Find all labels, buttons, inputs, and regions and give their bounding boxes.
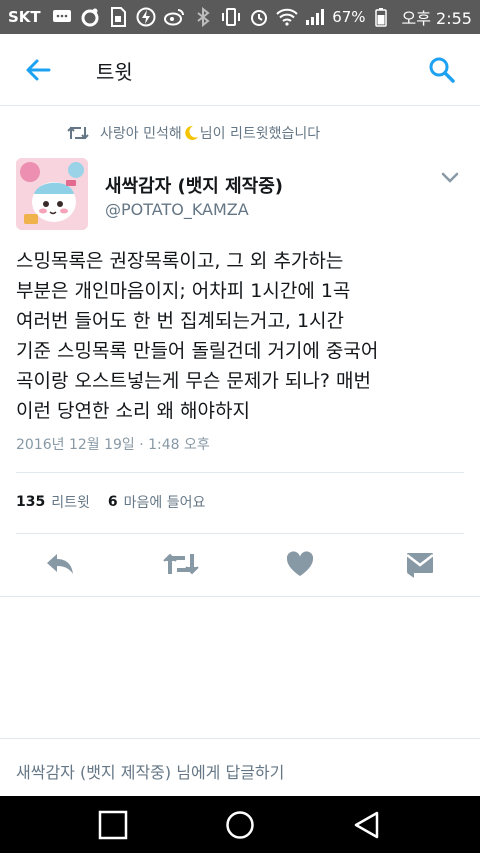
sim-icon xyxy=(107,7,129,27)
retweets-label[interactable]: 리트윗 xyxy=(51,492,90,512)
message-icon xyxy=(51,7,73,27)
author-name[interactable]: 새싹감자 (뱃지 제작중) xyxy=(105,172,283,198)
wifi-icon xyxy=(276,7,298,27)
tweet-author: 새싹감자 (뱃지 제작중) @POTATO_KAMZA xyxy=(16,158,466,234)
home-circle-icon[interactable] xyxy=(225,810,255,840)
carrier-label: SKT xyxy=(8,8,41,26)
divider xyxy=(16,472,464,473)
chevron-down-icon[interactable] xyxy=(440,170,460,184)
retweets-count[interactable]: 135 xyxy=(16,494,45,510)
divider xyxy=(16,533,464,534)
tweet-stats: 135 리트윗 6 마음에 들어요 xyxy=(16,492,205,512)
bluetooth-icon xyxy=(192,7,214,27)
message-envelope-icon[interactable] xyxy=(404,548,436,580)
recent-apps-square-icon[interactable] xyxy=(98,810,128,840)
retweeter-name: 사랑아 민석해 xyxy=(100,126,182,142)
app-bar: 트윗 xyxy=(0,34,480,106)
search-icon[interactable] xyxy=(426,54,458,86)
lightning-icon xyxy=(135,7,157,27)
reply-icon[interactable] xyxy=(44,548,76,580)
retweeted-by-note[interactable]: 사랑아 민석해 님이 리트윗했습니다 xyxy=(66,121,320,145)
avatar[interactable] xyxy=(16,158,88,230)
reply-input[interactable]: 새싹감자 (뱃지 제작중) 님에게 답글하기 xyxy=(0,738,480,796)
back-triangle-icon[interactable] xyxy=(352,810,382,840)
likes-count[interactable]: 6 xyxy=(108,494,118,510)
divider xyxy=(0,596,480,597)
weibo-icon xyxy=(163,7,185,27)
retweet-icon xyxy=(66,124,90,142)
signal-icon xyxy=(304,7,326,27)
battery-percent: 67% xyxy=(332,8,366,26)
tweet-text: 스밍목록은 권장목록이고, 그 외 추가하는 부분은 개인마음이지; 어차피 1… xyxy=(16,250,379,422)
arrow-left-icon[interactable] xyxy=(22,54,54,86)
clock: 오후 2:55 xyxy=(401,9,472,28)
author-handle[interactable]: @POTATO_KAMZA xyxy=(105,200,249,219)
vibrate-icon xyxy=(220,7,242,27)
crescent-moon-icon xyxy=(183,125,199,141)
tweet-actions xyxy=(0,540,480,590)
system-nav-bar xyxy=(0,796,480,853)
tweet-timestamp: 2016년 12월 19일 · 1:48 오후 xyxy=(16,437,210,453)
page-title: 트윗 xyxy=(96,60,133,84)
alarm-icon xyxy=(248,7,270,27)
status-bar: SKT 67% 오후 2:55 xyxy=(0,0,480,34)
likes-label[interactable]: 마음에 들어요 xyxy=(124,492,206,512)
retweet-icon[interactable] xyxy=(162,548,200,580)
circle-app-icon xyxy=(79,7,101,27)
heart-icon[interactable] xyxy=(284,548,316,580)
retweeted-label: 님이 리트윗했습니다 xyxy=(199,126,321,142)
battery-icon xyxy=(370,7,392,27)
